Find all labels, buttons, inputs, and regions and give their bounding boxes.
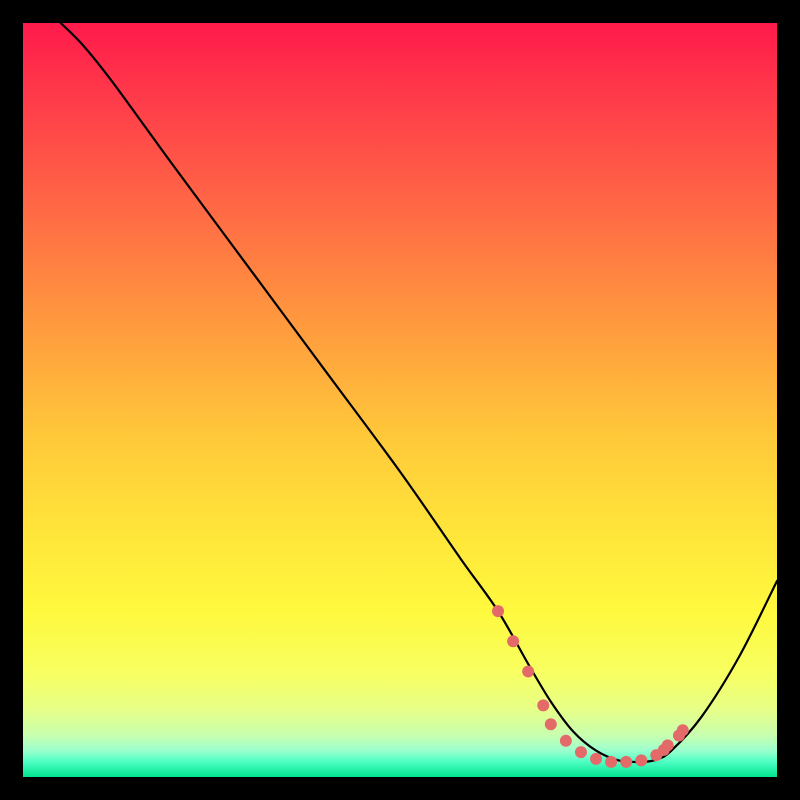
- chart-marker: [537, 699, 549, 711]
- chart-marker: [590, 753, 602, 765]
- chart-marker: [662, 739, 674, 751]
- chart-marker: [635, 754, 647, 766]
- chart-marker: [605, 756, 617, 768]
- chart-marker: [677, 724, 689, 736]
- chart-marker: [545, 718, 557, 730]
- chart-marker: [507, 635, 519, 647]
- chart-marker: [575, 746, 587, 758]
- chart-marker: [620, 756, 632, 768]
- chart-marker: [560, 735, 572, 747]
- chart-frame: TheBottleneck.com: [23, 23, 777, 777]
- chart-background: [23, 23, 777, 777]
- chart-svg: [23, 23, 777, 777]
- chart-marker: [522, 665, 534, 677]
- chart-marker: [492, 605, 504, 617]
